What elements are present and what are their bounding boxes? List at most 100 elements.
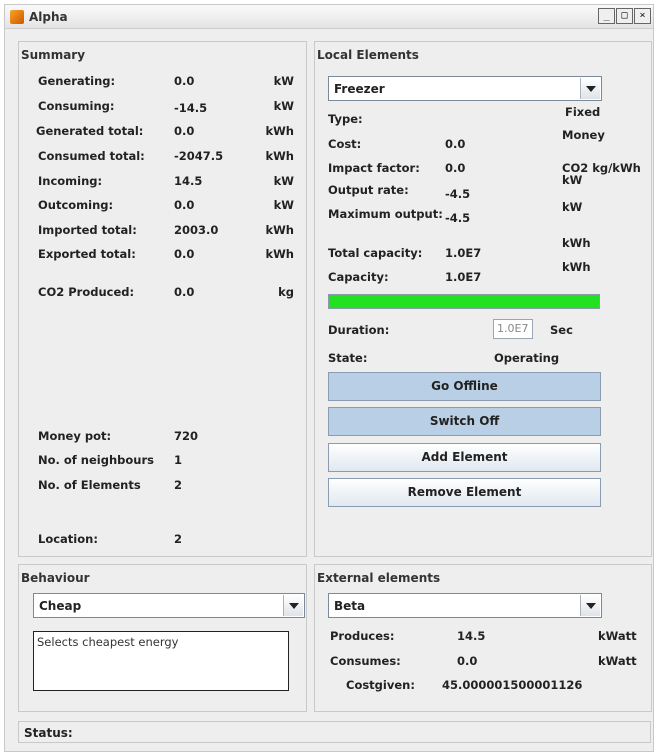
local-elements-title: Local Elements xyxy=(317,48,419,62)
external-element-select[interactable]: Beta xyxy=(328,593,602,618)
go-offline-button[interactable]: Go Offline xyxy=(328,372,601,401)
local-element-selected: Freezer xyxy=(334,82,385,96)
summary-unit: kWh xyxy=(265,223,294,237)
produces-label: Produces: xyxy=(330,629,395,643)
money-pot-label: Money pot: xyxy=(38,429,112,443)
summary-unit: kW xyxy=(273,174,294,188)
output-rate-value: -4.5 xyxy=(445,187,471,201)
behaviour-selected: Cheap xyxy=(39,599,82,613)
type-value: Fixed xyxy=(565,105,601,119)
state-value: Operating xyxy=(494,351,560,365)
produces-unit: kWatt xyxy=(598,629,637,643)
summary-label: CO2 Produced: xyxy=(38,285,135,299)
main-window: Alpha _ □ × Summary Generating: 0.0 kW C… xyxy=(4,4,654,752)
chevron-down-icon[interactable] xyxy=(580,595,600,616)
summary-label: Consuming: xyxy=(38,99,115,113)
capacity-progress-fill xyxy=(329,295,599,308)
produces-value: 14.5 xyxy=(457,629,486,643)
cost-value: 0.0 xyxy=(445,137,466,151)
window-controls: _ □ × xyxy=(598,8,651,24)
switch-off-button[interactable]: Switch Off xyxy=(328,407,601,436)
output-rate-unit: kW xyxy=(562,173,583,187)
chevron-down-icon[interactable] xyxy=(283,595,303,616)
duration-unit: Sec xyxy=(550,323,573,337)
impact-factor-value: 0.0 xyxy=(445,161,466,175)
minimize-button[interactable]: _ xyxy=(598,8,615,24)
capacity-value: 1.0E7 xyxy=(445,270,482,284)
consumes-value: 0.0 xyxy=(457,654,478,668)
summary-label: Consumed total: xyxy=(38,149,145,163)
summary-label: Generating: xyxy=(38,74,116,88)
summary-unit: kW xyxy=(273,74,294,88)
impact-factor-label: Impact factor: xyxy=(328,161,420,175)
behaviour-title: Behaviour xyxy=(21,571,90,585)
money-pot-value: 720 xyxy=(174,429,199,443)
summary-label: Imported total: xyxy=(38,223,137,237)
summary-unit: kWh xyxy=(265,124,294,138)
total-capacity-label: Total capacity: xyxy=(328,246,423,260)
title-bar: Alpha _ □ × xyxy=(5,5,653,29)
summary-value: 0.0 xyxy=(174,285,195,299)
window-title: Alpha xyxy=(29,10,68,24)
summary-value: 0.0 xyxy=(174,74,195,88)
total-capacity-unit: kWh xyxy=(562,236,591,250)
summary-value: 2003.0 xyxy=(174,223,219,237)
status-label: Status: xyxy=(24,726,73,740)
summary-label: Outcoming: xyxy=(38,198,114,212)
summary-value: 14.5 xyxy=(174,174,203,188)
summary-value: 0.0 xyxy=(174,198,195,212)
state-label: State: xyxy=(328,351,368,365)
neighbours-label: No. of neighbours xyxy=(38,453,154,467)
summary-value: 0.0 xyxy=(174,247,195,261)
summary-label: Exported total: xyxy=(38,247,136,261)
max-output-label: Maximum output: xyxy=(328,207,443,221)
summary-unit: kWh xyxy=(265,247,294,261)
consumes-label: Consumes: xyxy=(330,654,401,668)
max-output-unit: kW xyxy=(562,200,583,214)
external-element-selected: Beta xyxy=(334,599,366,613)
max-output-value: -4.5 xyxy=(445,211,471,225)
costgiven-value: 45.000001500001126 xyxy=(442,678,583,692)
behaviour-panel: Behaviour Cheap Selects cheapest energy xyxy=(18,564,307,712)
location-value: 2 xyxy=(174,532,183,546)
status-bar: Status: xyxy=(18,721,651,743)
local-element-select[interactable]: Freezer xyxy=(328,76,602,101)
duration-input[interactable]: 1.0E7 xyxy=(493,319,533,339)
external-elements-panel: External elements Beta Produces: 14.5 kW… xyxy=(314,564,652,712)
external-elements-title: External elements xyxy=(317,571,441,585)
capacity-progress-bar xyxy=(328,294,600,309)
duration-label: Duration: xyxy=(328,323,390,337)
java-app-icon xyxy=(10,10,24,24)
behaviour-select[interactable]: Cheap xyxy=(33,593,305,618)
summary-unit: kg xyxy=(278,285,294,299)
capacity-unit: kWh xyxy=(562,260,591,274)
summary-title: Summary xyxy=(21,48,86,62)
close-button[interactable]: × xyxy=(634,8,651,24)
summary-panel: Summary Generating: 0.0 kW Consuming: -1… xyxy=(18,41,307,557)
type-label: Type: xyxy=(328,112,363,126)
summary-label: Incoming: xyxy=(38,174,103,188)
summary-value: -2047.5 xyxy=(174,149,224,163)
capacity-label: Capacity: xyxy=(328,270,389,284)
maximize-button[interactable]: □ xyxy=(616,8,633,24)
behaviour-description[interactable]: Selects cheapest energy xyxy=(33,631,289,691)
summary-label: Generated total: xyxy=(36,124,144,138)
add-element-button[interactable]: Add Element xyxy=(328,443,601,472)
costgiven-label: Costgiven: xyxy=(346,678,415,692)
summary-unit: kW xyxy=(273,99,294,113)
cost-label: Cost: xyxy=(328,137,362,151)
consumes-unit: kWatt xyxy=(598,654,637,668)
summary-unit: kW xyxy=(273,198,294,212)
summary-value: -14.5 xyxy=(174,101,208,115)
chevron-down-icon[interactable] xyxy=(580,78,600,99)
elements-count-value: 2 xyxy=(174,478,183,492)
summary-value: 0.0 xyxy=(174,124,195,138)
total-capacity-value: 1.0E7 xyxy=(445,246,482,260)
remove-element-button[interactable]: Remove Element xyxy=(328,478,601,507)
summary-unit: kWh xyxy=(265,149,294,163)
location-label: Location: xyxy=(38,532,98,546)
cost-unit: Money xyxy=(562,128,605,142)
elements-count-label: No. of Elements xyxy=(38,478,141,492)
output-rate-label: Output rate: xyxy=(328,183,409,197)
local-elements-panel: Local Elements Freezer Type: Fixed Cost:… xyxy=(314,41,652,557)
